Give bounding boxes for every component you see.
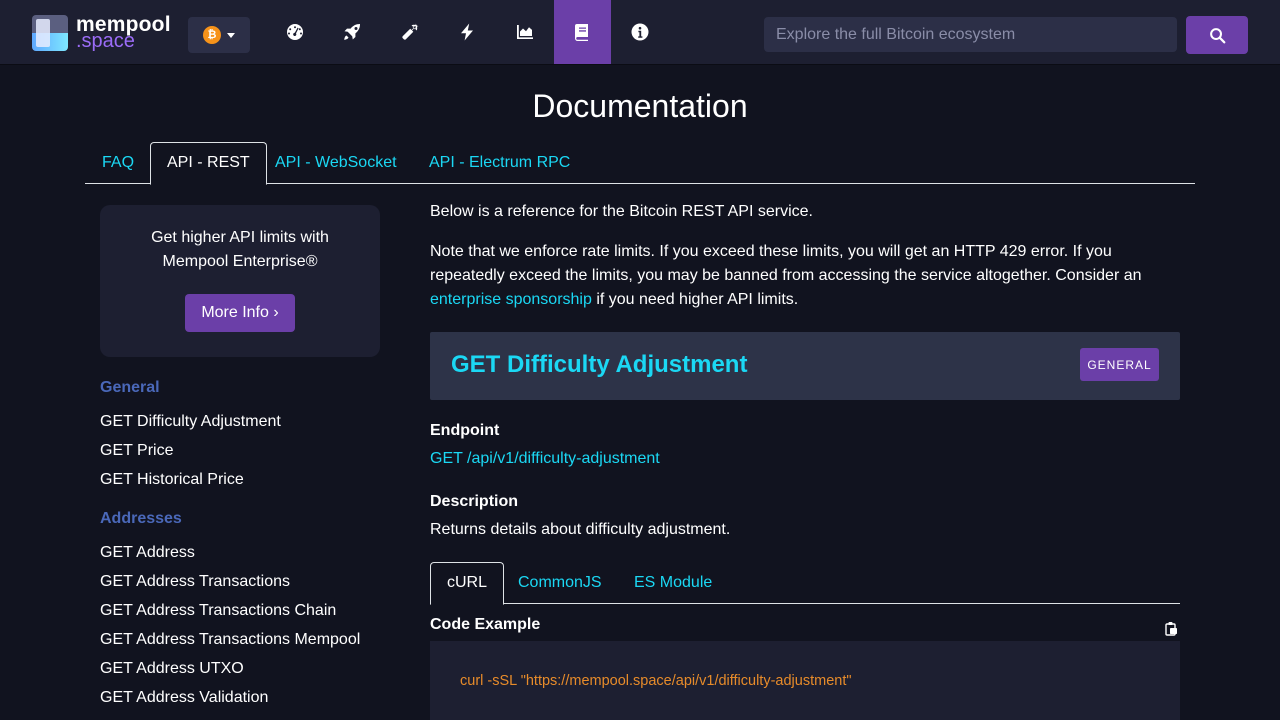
- enterprise-sponsorship-link[interactable]: enterprise sponsorship: [430, 291, 592, 308]
- info-icon: [631, 23, 649, 41]
- dashboard-icon: [286, 24, 303, 40]
- sidebar-group-addresses[interactable]: Addresses: [100, 510, 182, 528]
- description-text: Returns details about difficulty adjustm…: [430, 521, 731, 538]
- mempool-logo-icon: [32, 15, 68, 51]
- sidebar-item-address-utxo[interactable]: GET Address UTXO: [100, 660, 244, 678]
- code-snippet[interactable]: curl -sSL "https://mempool.space/api/v1/…: [460, 673, 852, 689]
- sidebar-item-address-transactions-chain[interactable]: GET Address Transactions Chain: [100, 602, 336, 620]
- sidebar-item-address[interactable]: GET Address: [100, 544, 195, 562]
- tab-api-electrum-rpc[interactable]: API - Electrum RPC: [413, 142, 586, 184]
- endpoint-title[interactable]: GET Difficulty Adjustment: [451, 351, 747, 379]
- sidebar-item-address-transactions[interactable]: GET Address Transactions: [100, 573, 290, 591]
- intro-text: Below is a reference for the Bitcoin RES…: [430, 203, 813, 220]
- tab-es-module[interactable]: ES Module: [618, 562, 728, 604]
- nav-dashboard[interactable]: [266, 0, 324, 64]
- doc-tabs: FAQ API - REST API - WebSocket API - Ele…: [85, 142, 1195, 185]
- lightning-icon: [461, 23, 474, 41]
- nav-docs[interactable]: [553, 0, 611, 64]
- nav-acceleration[interactable]: [324, 0, 382, 64]
- endpoint-url-link[interactable]: GET /api/v1/difficulty-adjustment: [430, 447, 1190, 471]
- search-button[interactable]: [1186, 16, 1248, 54]
- sidebar-item-address-transactions-mempool[interactable]: GET Address Transactions Mempool: [100, 631, 360, 649]
- nav-graphs[interactable]: [496, 0, 554, 64]
- code-text: curl -sSL "https://mempool.space/api/v1/…: [460, 673, 852, 689]
- chevron-down-icon: [227, 32, 235, 38]
- promo-text: Get higher API limits with Mempool Enter…: [151, 229, 329, 270]
- code-example-label: Code Example: [430, 616, 541, 633]
- rate-limit-text: Note that we enforce rate limits. If you…: [430, 243, 1142, 284]
- code-block: curl -sSL "https://mempool.space/api/v1/…: [430, 641, 1180, 720]
- tab-api-rest[interactable]: API - REST: [150, 142, 267, 185]
- tab-curl[interactable]: cURL: [430, 562, 505, 605]
- copy-icon[interactable]: [1165, 621, 1178, 636]
- graphs-icon: [516, 25, 533, 39]
- sidebar-group-general[interactable]: General: [100, 379, 160, 397]
- code-tabs: cURL CommonJS ES Module: [430, 562, 1180, 605]
- page-title: Documentation: [532, 88, 748, 124]
- sidebar-item-difficulty-adjustment[interactable]: GET Difficulty Adjustment: [100, 413, 281, 431]
- enterprise-promo: Get higher API limits with Mempool Enter…: [100, 205, 380, 357]
- main-nav: [266, 0, 669, 64]
- endpoint-header: GET Difficulty Adjustment GENERAL: [430, 332, 1180, 400]
- mempool-logo[interactable]: mempool .space: [32, 14, 171, 51]
- nav-mining[interactable]: [381, 0, 439, 64]
- network-selector[interactable]: ₿: [188, 17, 250, 53]
- rate-limit-text-end: if you need higher API limits.: [591, 291, 799, 308]
- nav-lightning[interactable]: [439, 0, 497, 64]
- tab-faq[interactable]: FAQ: [86, 142, 150, 184]
- search-input[interactable]: [764, 17, 1177, 52]
- rocket-icon: [344, 24, 361, 40]
- rate-limit-note: Note that we enforce rate limits. If you…: [430, 240, 1190, 312]
- description-label: Description: [430, 493, 519, 510]
- search-icon: [1209, 27, 1225, 43]
- category-badge: GENERAL: [1080, 348, 1159, 381]
- mining-icon: [402, 23, 419, 40]
- bitcoin-icon: ₿: [203, 26, 221, 44]
- docs-icon: [575, 24, 589, 41]
- nav-about[interactable]: [611, 0, 669, 64]
- tab-api-websocket[interactable]: API - WebSocket: [259, 142, 413, 184]
- tab-commonjs[interactable]: CommonJS: [502, 562, 618, 604]
- sidebar-item-historical-price[interactable]: GET Historical Price: [100, 471, 244, 489]
- endpoint-label: Endpoint: [430, 422, 500, 439]
- top-navbar: mempool .space ₿: [0, 0, 1280, 64]
- more-info-button[interactable]: More Info ›: [185, 294, 295, 332]
- sidebar-item-address-validation[interactable]: GET Address Validation: [100, 689, 268, 707]
- sidebar-item-price[interactable]: GET Price: [100, 442, 174, 460]
